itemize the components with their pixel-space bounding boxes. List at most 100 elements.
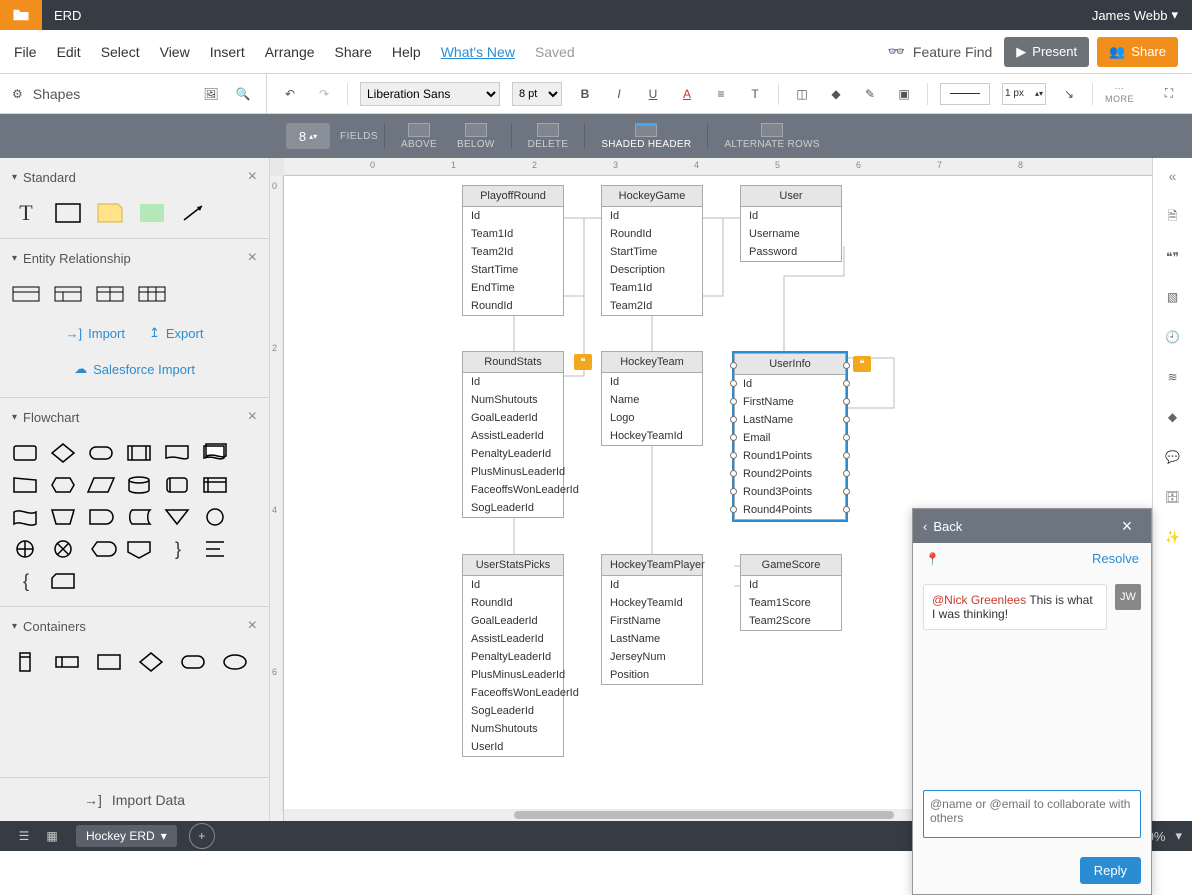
entity-header[interactable]: RoundStats	[463, 352, 563, 373]
fc-delay[interactable]	[88, 506, 116, 528]
entity-field[interactable]: StartTime	[463, 261, 563, 279]
grid-view-icon[interactable]: ▦	[38, 822, 66, 850]
close-icon[interactable]: ×	[248, 408, 257, 426]
entity-hockeyteamplayer[interactable]: HockeyTeamPlayerIdHockeyTeamIdFirstNameL…	[601, 554, 703, 685]
text-shape[interactable]: T	[12, 202, 40, 224]
entity-field[interactable]: GoalLeaderId	[463, 409, 563, 427]
align-button[interactable]: ≡	[710, 83, 732, 105]
image-icon[interactable]: 🖼	[200, 83, 222, 105]
er-shape-4[interactable]	[138, 283, 166, 305]
fc-card[interactable]	[50, 570, 78, 592]
entity-userinfo[interactable]: UserInfoIdFirstNameLastNameEmailRound1Po…	[734, 353, 846, 520]
crop-icon[interactable]: ◫	[791, 83, 813, 105]
feature-find[interactable]: 👓 Feature Find	[887, 43, 992, 60]
entity-field[interactable]: FirstName	[735, 393, 845, 411]
entity-field[interactable]: UserId	[463, 738, 563, 756]
entity-roundstats[interactable]: RoundStatsIdNumShutoutsGoalLeaderIdAssis…	[462, 351, 564, 518]
entity-gamescore[interactable]: GameScoreIdTeam1ScoreTeam2Score	[740, 554, 842, 631]
entity-field[interactable]: LastName	[602, 630, 702, 648]
text-format-button[interactable]: T	[744, 83, 766, 105]
present-icon[interactable]: ▧	[1162, 286, 1184, 308]
font-select[interactable]: Liberation Sans	[360, 82, 500, 106]
connection-port[interactable]	[843, 434, 850, 441]
entity-field[interactable]: SogLeaderId	[463, 702, 563, 720]
fc-database[interactable]	[126, 474, 154, 496]
entity-field[interactable]: StartTime	[602, 243, 702, 261]
fc-manual[interactable]	[12, 474, 40, 496]
connection-port[interactable]	[843, 452, 850, 459]
cont-6[interactable]	[222, 651, 250, 673]
entity-header[interactable]: HockeyTeam	[602, 352, 702, 373]
gear-icon[interactable]: ⚙	[12, 87, 23, 101]
magic-icon[interactable]: ✨	[1162, 526, 1184, 548]
more-menu[interactable]: ⋯MORE	[1105, 83, 1134, 104]
fields-count[interactable]: 8▴▾	[286, 123, 330, 149]
connection-port[interactable]	[843, 470, 850, 477]
data-icon[interactable]: 🗄	[1162, 486, 1184, 508]
entity-field[interactable]: RoundId	[602, 225, 702, 243]
entity-field[interactable]: Team1Score	[741, 594, 841, 612]
entity-field[interactable]: RoundId	[463, 297, 563, 315]
entity-field[interactable]: Username	[741, 225, 841, 243]
salesforce-import-link[interactable]: ☁ Salesforce Import	[74, 361, 195, 377]
entity-field[interactable]: NumShutouts	[463, 391, 563, 409]
close-icon[interactable]: ×	[248, 249, 257, 267]
entity-field[interactable]: RoundId	[463, 594, 563, 612]
entity-field[interactable]: Name	[602, 391, 702, 409]
entity-field[interactable]: PenaltyLeaderId	[463, 445, 563, 463]
fc-curly-open[interactable]: {	[12, 570, 40, 592]
fc-display[interactable]	[88, 538, 116, 560]
menu-help[interactable]: Help	[392, 44, 421, 60]
fc-terminator[interactable]	[88, 442, 116, 464]
text-color-button[interactable]: A	[676, 83, 698, 105]
connection-port[interactable]	[843, 380, 850, 387]
entity-field[interactable]: Id	[463, 207, 563, 225]
entity-field[interactable]: Team1Id	[602, 279, 702, 297]
cont-2[interactable]	[54, 651, 82, 673]
entity-header[interactable]: PlayoffRound	[463, 186, 563, 207]
entity-header[interactable]: GameScore	[741, 555, 841, 576]
er-shape-1[interactable]	[12, 283, 40, 305]
entity-hockeygame[interactable]: HockeyGameIdRoundIdStartTimeDescriptionT…	[601, 185, 703, 316]
entity-field[interactable]: FaceoffsWonLeaderId	[463, 684, 563, 702]
drop-icon[interactable]: ◆	[1162, 406, 1184, 428]
fc-internal[interactable]	[202, 474, 230, 496]
user-menu[interactable]: James Webb▾	[1078, 7, 1192, 23]
fc-merge[interactable]	[164, 506, 192, 528]
bold-button[interactable]: B	[574, 83, 596, 105]
menu-share[interactable]: Share	[335, 44, 372, 60]
line-width-input[interactable]: 1 px▴▾	[1002, 83, 1046, 105]
fc-connector[interactable]	[202, 506, 230, 528]
note-shape[interactable]	[96, 202, 124, 224]
menu-file[interactable]: File	[14, 44, 37, 60]
fc-prep[interactable]	[50, 474, 78, 496]
fc-stored[interactable]	[126, 506, 154, 528]
shaded-header-button[interactable]: SHADED HEADER	[591, 123, 701, 150]
entity-user[interactable]: UserIdUsernamePassword	[740, 185, 842, 262]
comment-marker[interactable]: ❝	[574, 354, 592, 370]
add-above-button[interactable]: ABOVE	[391, 123, 447, 150]
entity-field[interactable]: Id	[602, 207, 702, 225]
entity-field[interactable]: GoalLeaderId	[463, 612, 563, 630]
import-link[interactable]: →] Import	[66, 325, 125, 341]
entity-field[interactable]: FirstName	[602, 612, 702, 630]
entity-field[interactable]: Round3Points	[735, 483, 845, 501]
entity-field[interactable]: Team2Id	[602, 297, 702, 315]
entity-field[interactable]: SogLeaderId	[463, 499, 563, 517]
connection-port[interactable]	[730, 470, 737, 477]
line-style-select[interactable]	[940, 83, 990, 105]
close-icon[interactable]: ×	[248, 168, 257, 186]
entity-field[interactable]: Id	[741, 576, 841, 594]
fc-direct[interactable]	[164, 474, 192, 496]
resolve-link[interactable]: Resolve	[1092, 551, 1139, 566]
page-icon[interactable]: 🗎	[1162, 206, 1184, 228]
import-data-button[interactable]: →]Import Data	[0, 777, 269, 821]
chat-icon[interactable]: 💬	[1162, 446, 1184, 468]
alternate-rows-button[interactable]: ALTERNATE ROWS	[714, 123, 830, 150]
collapse-icon[interactable]: «	[1165, 164, 1181, 188]
entity-field[interactable]: PlusMinusLeaderId	[463, 463, 563, 481]
cont-1[interactable]	[12, 651, 40, 673]
entity-field[interactable]: Password	[741, 243, 841, 261]
connection-port[interactable]	[843, 398, 850, 405]
entity-field[interactable]: Id	[602, 576, 702, 594]
